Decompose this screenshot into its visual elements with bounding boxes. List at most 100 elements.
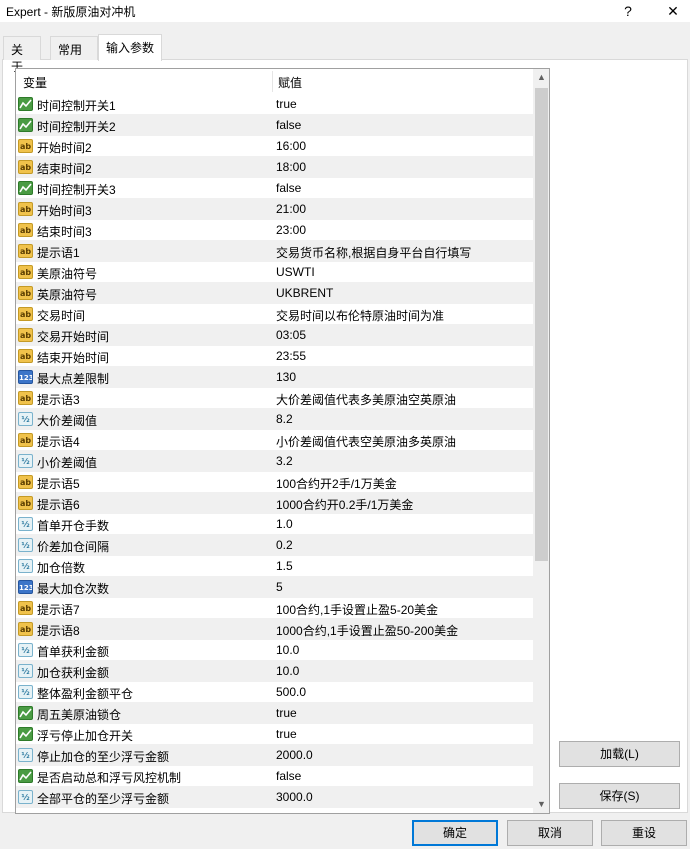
parameter-value[interactable]: false xyxy=(276,118,301,132)
table-row[interactable]: ab 美原油符号 USWTI xyxy=(16,262,533,283)
table-row[interactable]: ½ 首单开仓手数 1.0 xyxy=(16,514,533,535)
table-row[interactable]: ½ 全部平仓的至少浮亏金额 3000.0 xyxy=(16,787,533,808)
parameter-value[interactable]: 交易时间以布伦特原油时间为准 xyxy=(276,307,444,324)
string-type-icon: ab xyxy=(18,433,33,447)
table-row[interactable]: ab 提示语3 大价差阈值代表多美原油空英原油 xyxy=(16,388,533,409)
table-row[interactable]: ½ 小价差阈值 3.2 xyxy=(16,451,533,472)
table-row[interactable]: ab 提示语5 100合约开2手/1万美金 xyxy=(16,472,533,493)
parameter-name: 提示语1 xyxy=(37,246,80,260)
string-type-icon: ab xyxy=(18,391,33,405)
table-row[interactable]: ½ 整体盈利金额平仓 500.0 xyxy=(16,682,533,703)
ok-button[interactable]: 确定 xyxy=(412,820,498,846)
parameter-value[interactable]: true xyxy=(276,727,297,741)
parameter-value[interactable]: 18:00 xyxy=(276,160,306,174)
parameter-value[interactable]: 3.2 xyxy=(276,454,293,468)
table-row[interactable]: ½ 加仓倍数 1.5 xyxy=(16,556,533,577)
table-row[interactable]: ab 结束时间3 23:00 xyxy=(16,220,533,241)
parameter-value[interactable]: 8.2 xyxy=(276,412,293,426)
table-row[interactable]: 时间控制开关3 false xyxy=(16,178,533,199)
parameter-value[interactable]: 小价差阈值代表空美原油多英原油 xyxy=(276,433,456,450)
table-row[interactable]: ab 结束开始时间 23:55 xyxy=(16,346,533,367)
parameter-value[interactable]: 23:00 xyxy=(276,223,306,237)
vertical-scrollbar[interactable]: ▲ ▼ xyxy=(533,69,549,813)
boolean-type-icon xyxy=(18,118,33,132)
parameter-value[interactable]: true xyxy=(276,97,297,111)
parameter-value[interactable]: 16:00 xyxy=(276,139,306,153)
reset-button[interactable]: 重设 xyxy=(601,820,687,846)
table-row[interactable]: ab 交易开始时间 03:05 xyxy=(16,325,533,346)
table-row[interactable]: 周五美原油锁仓 true xyxy=(16,703,533,724)
parameter-value[interactable]: 1.5 xyxy=(276,559,293,573)
table-row[interactable]: ab 结束时间2 18:00 xyxy=(16,157,533,178)
scroll-down-icon[interactable]: ▼ xyxy=(533,796,549,813)
parameter-value[interactable]: 3000.0 xyxy=(276,790,313,804)
table-row[interactable]: ½ 价差加仓间隔 0.2 xyxy=(16,535,533,556)
parameter-value[interactable]: 23:55 xyxy=(276,349,306,363)
table-row[interactable]: ab 开始时间3 21:00 xyxy=(16,199,533,220)
parameter-value[interactable]: false xyxy=(276,769,301,783)
table-row[interactable]: ½ 加仓获利金额 10.0 xyxy=(16,661,533,682)
cancel-button[interactable]: 取消 xyxy=(507,820,593,846)
parameter-value[interactable]: 1000合约开0.2手/1万美金 xyxy=(276,496,413,513)
table-row[interactable]: ab 英原油符号 UKBRENT xyxy=(16,283,533,304)
table-row[interactable]: ab 提示语7 100合约,1手设置止盈5-20美金 xyxy=(16,598,533,619)
table-row[interactable]: ab 交易时间 交易时间以布伦特原油时间为准 xyxy=(16,304,533,325)
parameter-name: 首单开仓手数 xyxy=(37,519,110,533)
table-row[interactable]: ½ 大价差阈值 8.2 xyxy=(16,409,533,430)
table-row[interactable]: 是否启动总和浮亏风控机制 false xyxy=(16,766,533,787)
parameter-value[interactable]: 10.0 xyxy=(276,643,299,657)
table-row[interactable]: 时间控制开关1 true xyxy=(16,94,533,115)
parameter-name: 提示语6 xyxy=(37,498,80,512)
parameter-value[interactable]: 10.0 xyxy=(276,664,299,678)
table-row[interactable]: ab 提示语8 1000合约,1手设置止盈50-200美金 xyxy=(16,619,533,640)
parameter-value[interactable]: USWTI xyxy=(276,265,315,279)
table-row[interactable]: ab 提示语6 1000合约开0.2手/1万美金 xyxy=(16,493,533,514)
parameter-value[interactable]: 1.0 xyxy=(276,517,293,531)
table-row[interactable]: ½ 停止加仓的至少浮亏金额 2000.0 xyxy=(16,745,533,766)
scroll-thumb[interactable] xyxy=(535,88,548,561)
close-icon[interactable]: ✕ xyxy=(659,1,687,21)
parameter-value[interactable]: 1000合约,1手设置止盈50-200美金 xyxy=(276,622,458,639)
parameter-value[interactable]: 100合约,1手设置止盈5-20美金 xyxy=(276,601,438,618)
parameter-value[interactable]: 21:00 xyxy=(276,202,306,216)
parameter-value[interactable]: UKBRENT xyxy=(276,286,333,300)
table-row[interactable]: 123 最大点差限制 130 xyxy=(16,367,533,388)
help-icon[interactable]: ? xyxy=(614,1,642,21)
parameter-value[interactable]: 130 xyxy=(276,370,296,384)
column-separator[interactable] xyxy=(272,71,273,92)
table-row[interactable]: ½ 首单获利金额 10.0 xyxy=(16,640,533,661)
string-type-icon: ab xyxy=(18,202,33,216)
parameter-value[interactable]: 100合约开2手/1万美金 xyxy=(276,475,397,492)
table-row[interactable]: 时间控制开关2 false xyxy=(16,115,533,136)
parameter-value[interactable]: 500.0 xyxy=(276,685,306,699)
parameter-name: 开始时间3 xyxy=(37,204,92,218)
table-row[interactable]: ab 开始时间2 16:00 xyxy=(16,136,533,157)
load-button[interactable]: 加载(L) xyxy=(559,741,680,767)
parameter-value[interactable]: 0.2 xyxy=(276,538,293,552)
parameter-value[interactable]: 5 xyxy=(276,580,283,594)
parameter-name: 提示语5 xyxy=(37,477,80,491)
table-row[interactable]: ab 提示语4 小价差阈值代表空美原油多英原油 xyxy=(16,430,533,451)
parameter-value[interactable]: 2000.0 xyxy=(276,748,313,762)
parameter-name: 提示语3 xyxy=(37,393,80,407)
grid-header: 变量 赋值 xyxy=(16,69,533,94)
parameter-value[interactable]: false xyxy=(276,181,301,195)
save-button[interactable]: 保存(S) xyxy=(559,783,680,809)
boolean-type-icon xyxy=(18,769,33,783)
double-type-icon: ½ xyxy=(18,559,33,573)
parameter-value[interactable]: 03:05 xyxy=(276,328,306,342)
column-header-value[interactable]: 赋值 xyxy=(278,74,302,91)
parameter-value[interactable]: true xyxy=(276,706,297,720)
double-type-icon: ½ xyxy=(18,643,33,657)
tab-common[interactable]: 常用 xyxy=(50,36,98,60)
boolean-type-icon xyxy=(18,97,33,111)
table-row[interactable]: 浮亏停止加仓开关 true xyxy=(16,724,533,745)
tab-about[interactable]: 关于 xyxy=(3,36,41,74)
parameter-value[interactable]: 大价差阈值代表多美原油空英原油 xyxy=(276,391,456,408)
scroll-up-icon[interactable]: ▲ xyxy=(533,69,549,86)
table-row[interactable]: ab 提示语1 交易货币名称,根据自身平台自行填写 xyxy=(16,241,533,262)
table-row[interactable]: 123 最大加仓次数 5 xyxy=(16,577,533,598)
column-header-variable[interactable]: 变量 xyxy=(23,74,47,91)
parameter-value[interactable]: 交易货币名称,根据自身平台自行填写 xyxy=(276,244,471,261)
tab-inputs[interactable]: 输入参数 xyxy=(98,34,162,61)
